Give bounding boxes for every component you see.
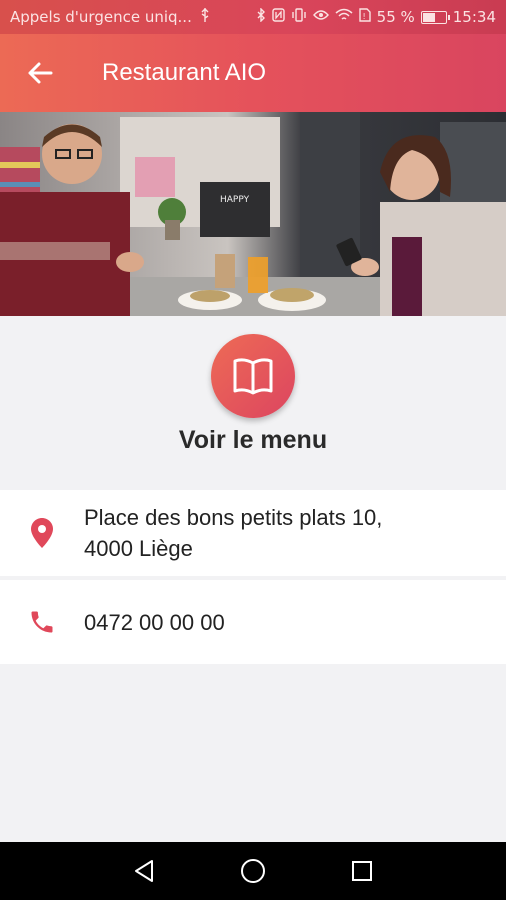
clock: 15:34	[452, 8, 496, 26]
nav-back-button[interactable]	[124, 851, 164, 891]
phone-icon	[31, 611, 53, 633]
svg-text:HAPPY: HAPPY	[220, 195, 250, 205]
back-button[interactable]	[0, 34, 80, 112]
wifi-icon	[335, 8, 353, 26]
nav-recents-icon	[351, 861, 372, 881]
battery-percent: 55 %	[376, 8, 415, 26]
battery-icon	[420, 10, 450, 24]
svg-text:!: !	[362, 12, 365, 21]
usb-icon	[200, 8, 210, 26]
address-line-2: 4000 Liège	[84, 536, 193, 561]
vibrate-icon	[291, 8, 307, 26]
address-line-1: Place des bons petits plats 10,	[84, 505, 383, 530]
book-open-icon	[233, 358, 273, 395]
hero-image: HAPPY	[0, 112, 506, 316]
nav-back-icon	[135, 860, 154, 882]
menu-label[interactable]: Voir le menu	[0, 426, 506, 455]
status-bar: Appels d'urgence uniq... ! 55 % 15:34	[0, 0, 506, 34]
nav-home-button[interactable]	[233, 851, 273, 891]
page-title: Restaurant AIO	[102, 59, 267, 86]
phone-row[interactable]: 0472 00 00 00	[0, 580, 506, 664]
system-nav-bar	[0, 842, 506, 900]
menu-section: Voir le menu	[0, 316, 506, 488]
app-bar: Restaurant AIO	[0, 34, 506, 112]
restaurant-photo: HAPPY	[0, 112, 506, 316]
location-pin-icon	[31, 518, 53, 548]
carrier-text: Appels d'urgence uniq...	[10, 8, 192, 26]
address-row[interactable]: Place des bons petits plats 10, 4000 Liè…	[0, 490, 506, 576]
eye-comfort-icon	[312, 9, 329, 25]
phone-number: 0472 00 00 00	[84, 609, 225, 635]
bluetooth-icon	[256, 7, 266, 26]
menu-button[interactable]	[211, 334, 295, 418]
arrow-left-icon	[28, 62, 53, 84]
sim-icon: !	[358, 8, 371, 26]
nfc-icon	[271, 8, 285, 26]
nav-home-icon	[240, 859, 265, 883]
nav-recents-button[interactable]	[342, 851, 382, 891]
